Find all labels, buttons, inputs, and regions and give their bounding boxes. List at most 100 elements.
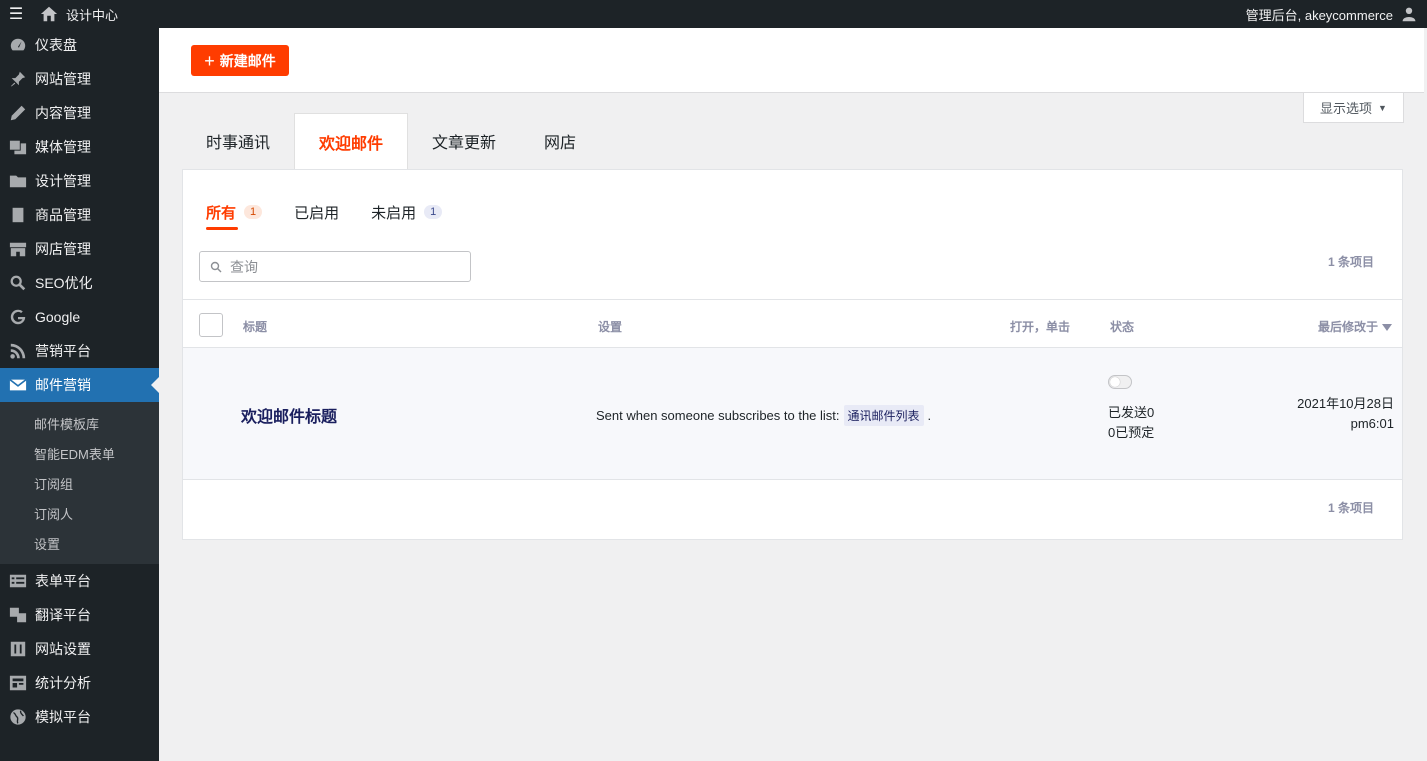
settings-icon bbox=[10, 641, 26, 657]
sidebar-item-label: 模拟平台 bbox=[35, 709, 91, 725]
search-icon bbox=[210, 261, 222, 272]
sidebar-item-marketing[interactable]: 营销平台 bbox=[0, 334, 159, 368]
count-badge: 1 bbox=[424, 205, 443, 219]
modified-date: 2021年10月28日 bbox=[1297, 396, 1394, 411]
sidebar-item-translate[interactable]: 翻译平台 bbox=[0, 598, 159, 632]
sidebar-item-products[interactable]: 商品管理 bbox=[0, 198, 159, 232]
sidebar-item-forms[interactable]: 表单平台 bbox=[0, 564, 159, 598]
screen-options-label: 显示选项 bbox=[1320, 101, 1373, 116]
email-status: 已发送0 0已预定 bbox=[1108, 403, 1154, 443]
sidebar-item-label: 营销平台 bbox=[35, 343, 91, 359]
email-submenu: 邮件模板库 智能EDM表单 订阅组 订阅人 设置 bbox=[0, 402, 159, 564]
select-all-checkbox[interactable] bbox=[199, 313, 223, 337]
sidebar-item-site-settings[interactable]: 网站设置 bbox=[0, 632, 159, 666]
tab-welcome[interactable]: 欢迎邮件 bbox=[294, 113, 409, 169]
sidebar-item-label: 网站设置 bbox=[35, 641, 91, 657]
analytics-icon bbox=[9, 675, 27, 691]
page-header: + 新建邮件 bbox=[159, 28, 1424, 93]
subtab-label: 已启用 bbox=[294, 204, 340, 222]
media-icon bbox=[9, 140, 27, 155]
folder-icon bbox=[9, 175, 27, 188]
sidebar-item-store[interactable]: 网店管理 bbox=[0, 232, 159, 266]
column-status: 状态 bbox=[1110, 320, 1135, 334]
sort-desc-icon bbox=[1382, 324, 1392, 332]
subtab-active[interactable]: 已启用 bbox=[294, 200, 339, 224]
account-menu[interactable]: 管理后台, akeycommerce bbox=[1246, 5, 1427, 24]
sidebar-item-label: Google bbox=[35, 309, 81, 325]
subtab-all[interactable]: 所有 1 bbox=[206, 200, 263, 230]
submenu-item-settings[interactable]: 设置 bbox=[0, 528, 159, 558]
form-icon bbox=[9, 574, 27, 588]
column-opens-clicks: 打开，单击 bbox=[1010, 320, 1071, 334]
column-last-modified-label: 最后修改于 bbox=[1317, 320, 1378, 334]
store-icon bbox=[9, 242, 27, 257]
count-badge: 1 bbox=[244, 205, 263, 219]
sidebar-item-email-marketing[interactable]: 邮件营销 bbox=[0, 368, 159, 402]
sidebar-item-label: 商品管理 bbox=[35, 207, 91, 223]
tab-post-notification[interactable]: 文章更新 bbox=[408, 113, 520, 169]
tab-newsletter[interactable]: 时事通讯 bbox=[182, 113, 294, 169]
sidebar-item-simulation[interactable]: 模拟平台 bbox=[0, 700, 159, 734]
sidebar-item-label: SEO优化 bbox=[35, 275, 93, 291]
table-row: 欢迎邮件标题 Sent when someone subscribes to t… bbox=[183, 348, 1402, 480]
new-email-label: 新建邮件 bbox=[219, 52, 276, 69]
site-name: 设计中心 bbox=[66, 7, 119, 23]
plus-icon: + bbox=[204, 50, 215, 71]
google-icon bbox=[10, 309, 26, 325]
globe-icon bbox=[10, 709, 26, 725]
submenu-item-edm-forms[interactable]: 智能EDM表单 bbox=[0, 438, 159, 468]
submenu-item-lists[interactable]: 订阅组 bbox=[0, 468, 159, 498]
new-email-button[interactable]: + 新建邮件 bbox=[191, 45, 289, 76]
email-title-link[interactable]: 欢迎邮件标题 bbox=[241, 403, 337, 427]
rss-icon bbox=[10, 343, 26, 359]
sidebar-item-label: 邮件营销 bbox=[35, 377, 91, 393]
sidebar-item-google[interactable]: Google bbox=[0, 300, 159, 334]
tab-store[interactable]: 网店 bbox=[520, 113, 600, 169]
column-last-modified[interactable]: 最后修改于 bbox=[1318, 318, 1392, 335]
subtab-inactive[interactable]: 未启用 1 bbox=[371, 200, 443, 224]
search-icon bbox=[10, 275, 26, 291]
dashboard-icon bbox=[10, 38, 26, 51]
subtab-label: 所有 bbox=[206, 204, 237, 222]
sidebar-item-seo[interactable]: SEO优化 bbox=[0, 266, 159, 300]
submenu-item-templates[interactable]: 邮件模板库 bbox=[0, 408, 159, 438]
subtab-label: 未启用 bbox=[371, 204, 417, 222]
sidebar-item-label: 内容管理 bbox=[35, 105, 91, 121]
last-modified: 2021年10月28日 pm6:01 bbox=[1297, 394, 1394, 434]
sidebar-item-label: 仪表盘 bbox=[35, 37, 77, 53]
items-count-bottom: 1 条项目 bbox=[1327, 501, 1374, 515]
email-setting: Sent when someone subscribes to the list… bbox=[596, 405, 931, 426]
sidebar-item-label: 媒体管理 bbox=[35, 139, 91, 155]
sidebar-item-label: 网站管理 bbox=[35, 71, 91, 87]
user-icon bbox=[1402, 7, 1416, 22]
sidebar-item-content[interactable]: 内容管理 bbox=[0, 96, 159, 130]
site-home-link[interactable]: 设计中心 bbox=[40, 5, 118, 24]
sidebar-item-site[interactable]: 网站管理 bbox=[0, 62, 159, 96]
email-list-panel: 所有 1 已启用 未启用 1 1 条项目 标题 设置 打开，单击 状态 最后修改… bbox=[182, 169, 1403, 540]
sidebar-item-label: 表单平台 bbox=[35, 573, 91, 589]
sidebar-item-dashboard[interactable]: 仪表盘 bbox=[0, 28, 159, 62]
translate-icon bbox=[9, 607, 27, 623]
mail-icon bbox=[9, 378, 27, 391]
sidebar-item-analytics[interactable]: 统计分析 bbox=[0, 666, 159, 700]
screen-options-button[interactable]: 显示选项 ▼ bbox=[1303, 93, 1404, 123]
sidebar-item-media[interactable]: 媒体管理 bbox=[0, 130, 159, 164]
sidebar-item-label: 翻译平台 bbox=[35, 607, 91, 623]
filter-subtabs: 所有 1 已启用 未启用 1 bbox=[206, 200, 443, 230]
admin-sidebar: 仪表盘 网站管理 内容管理 媒体管理 设计管理 商品管理 网店管理 SEO优化 … bbox=[0, 28, 159, 761]
modified-time: pm6:01 bbox=[1350, 416, 1394, 431]
book-icon bbox=[12, 207, 24, 223]
column-settings: 设置 bbox=[598, 320, 623, 334]
email-active-toggle[interactable] bbox=[1108, 375, 1132, 389]
search-input[interactable] bbox=[230, 258, 450, 275]
search-box bbox=[199, 251, 471, 282]
submenu-item-subscribers[interactable]: 订阅人 bbox=[0, 498, 159, 528]
sidebar-item-design[interactable]: 设计管理 bbox=[0, 164, 159, 198]
column-title[interactable]: 标题 bbox=[243, 318, 267, 335]
menu-toggle-icon[interactable]: ☰ bbox=[0, 4, 32, 24]
table-header: 标题 设置 打开，单击 状态 最后修改于 bbox=[183, 299, 1402, 348]
pin-icon bbox=[10, 71, 26, 87]
status-sent: 已发送0 bbox=[1108, 405, 1155, 420]
admin-top-bar: ☰ 设计中心 管理后台, akeycommerce bbox=[0, 0, 1427, 28]
list-name-tag: 通讯邮件列表 bbox=[843, 405, 924, 426]
